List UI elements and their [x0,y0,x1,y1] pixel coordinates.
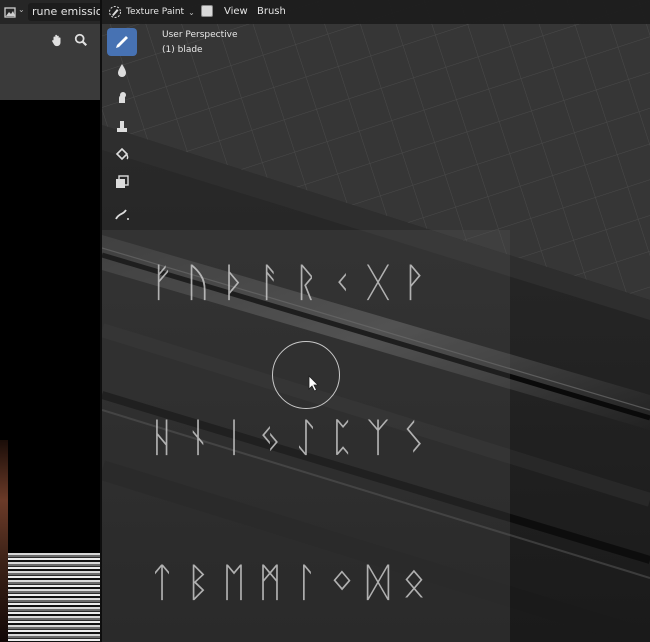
rune-row-1: ᚠᚢᚦᚨᚱᚲᚷᚹ [150,260,438,306]
mouse-pointer-icon [308,375,319,392]
fill-icon[interactable] [107,140,137,168]
menu-brush[interactable]: Brush [257,3,286,21]
paint-color-swatch[interactable] [201,5,213,17]
image-editor-panel: ⌄ rune emission [0,0,100,642]
smear-icon[interactable] [107,84,137,112]
image-editor-header: ⌄ rune emission [0,0,100,24]
image-editor-nav-area [0,24,100,100]
tool-shelf [105,28,139,228]
menu-view[interactable]: View [224,3,248,21]
rune-row-3: ᛏᛒᛖᛗᛚᛜᛞᛟ [150,560,438,606]
image-fragment-dark [0,440,8,642]
hand-pan-icon[interactable] [48,31,66,49]
soften-icon[interactable] [107,56,137,84]
brush-radius-cursor [272,341,340,409]
rune-row-2: ᚺᚾᛁᛃᛇᛈᛉᛊ [150,415,438,461]
texture-paint-mode-icon [109,6,121,18]
annotate-icon[interactable] [107,200,137,228]
object-label: (1) blade [162,45,203,55]
viewport-header: Texture Paint ⌄ View Brush [102,0,650,24]
image-name-field[interactable]: rune emission [28,3,100,21]
3d-viewport[interactable]: ᚠᚢᚦᚨᚱᚲᚷᚹ ᚺᚾᛁᛃᛇᛈᛉᛊ ᛏᛒᛖᛗᛚᛜᛞᛟ Texture Paint… [102,0,650,642]
draw-brush-icon[interactable] [107,28,137,56]
mode-selector[interactable]: Texture Paint ⌄ [108,3,195,21]
mask-icon[interactable] [107,168,137,196]
image-type-icon[interactable] [4,5,18,19]
image-fragment-stripes [8,553,100,642]
perspective-label: User Perspective [162,30,238,40]
mode-label: Texture Paint [126,7,185,17]
clone-icon[interactable] [107,112,137,140]
rune-texture-plane: ᚠᚢᚦᚨᚱᚲᚷᚹ ᚺᚾᛁᛃᛇᛈᛉᛊ ᛏᛒᛖᛗᛚᛜᛞᛟ [102,230,510,642]
chevron-down-icon[interactable]: ⌄ [18,5,25,14]
zoom-icon[interactable] [72,31,90,49]
chevron-down-icon: ⌄ [188,7,195,17]
